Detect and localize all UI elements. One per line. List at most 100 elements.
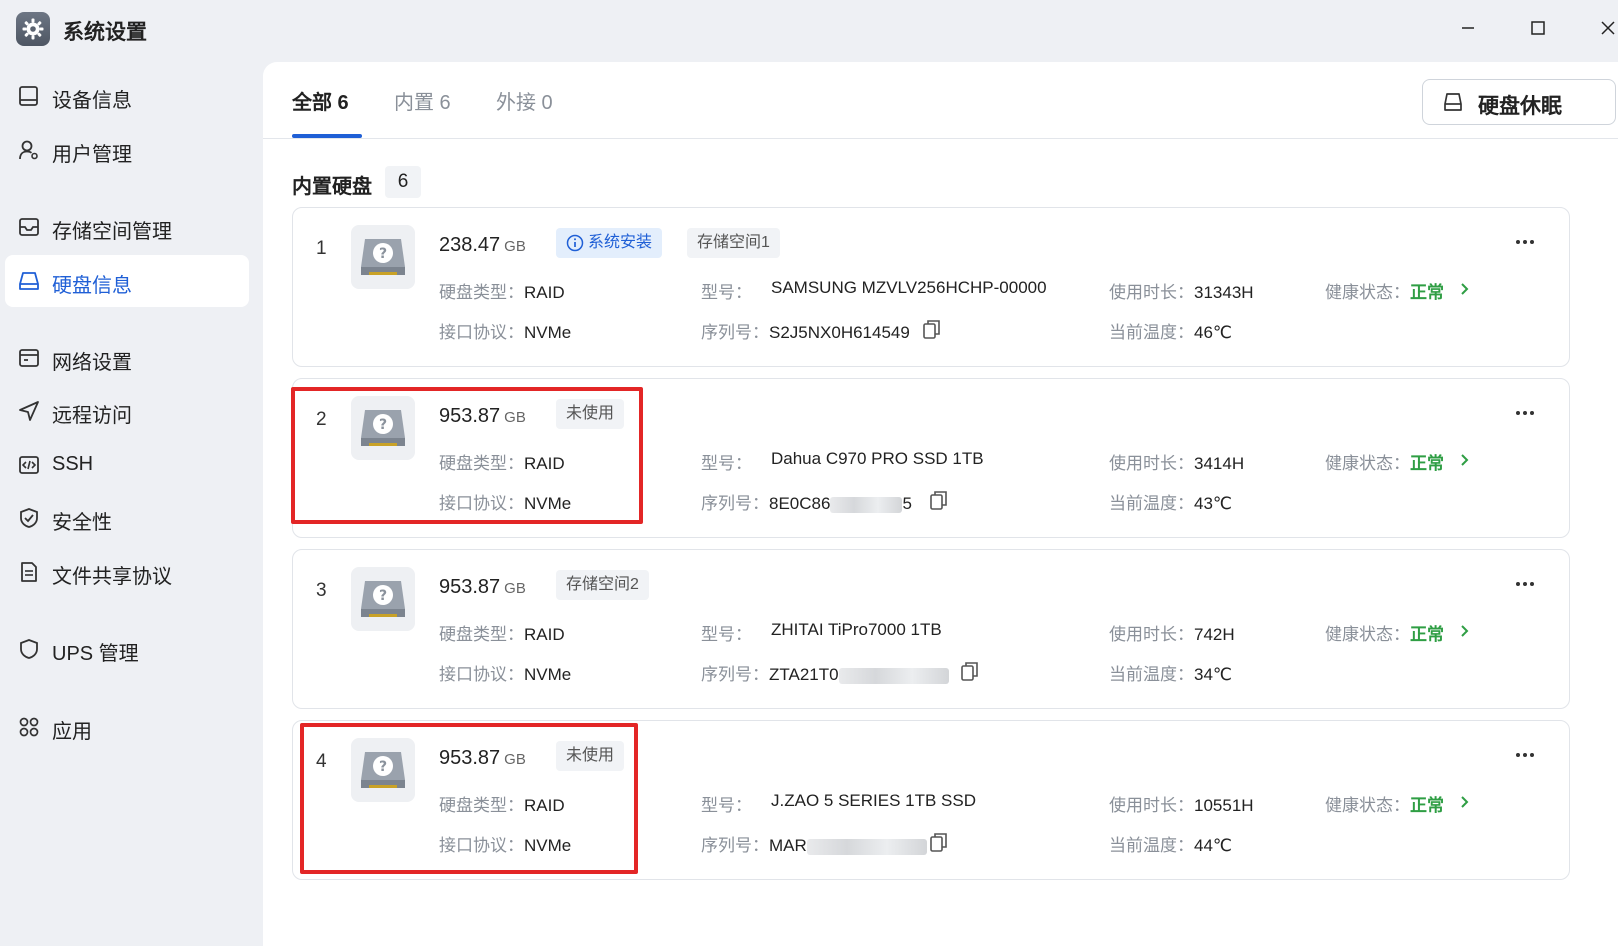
- maximize-button[interactable]: [1520, 10, 1556, 46]
- disk-type-field: 硬盘类型：RAID: [439, 283, 565, 302]
- info-icon: [566, 234, 584, 252]
- sidebar-item-label: 用户管理: [52, 144, 132, 166]
- sidebar-item-label: 硬盘信息: [52, 275, 132, 297]
- model-value: SAMSUNG MZVLV256HCHP-00000: [771, 278, 1047, 297]
- usage-field: 使用时长：742H: [1109, 625, 1235, 644]
- sidebar-item-label: SSH: [52, 453, 94, 475]
- more-options-icon[interactable]: [1513, 401, 1537, 425]
- section-count-badge: 6: [385, 166, 421, 198]
- user-gear-icon: [19, 140, 38, 160]
- close-button[interactable]: [1590, 10, 1618, 46]
- model-label: 型号：: [701, 454, 752, 473]
- window-title: 系统设置: [63, 21, 147, 44]
- model-label: 型号：: [701, 796, 752, 815]
- tab-bar: 全部 6 内置 6 外接 0: [263, 62, 1618, 139]
- sidebar-item-label: 安全性: [52, 512, 112, 534]
- sidebar-item-device-info[interactable]: 设备信息: [5, 70, 249, 122]
- model-label: 型号：: [701, 625, 752, 644]
- chevron-right-icon[interactable]: [1458, 624, 1472, 638]
- more-options-icon[interactable]: [1513, 572, 1537, 596]
- redacted-serial: [830, 496, 903, 513]
- monitor-icon: [19, 86, 38, 106]
- sidebar-item-network-settings[interactable]: 网络设置: [5, 332, 249, 384]
- disk-type-field: 硬盘类型：RAID: [439, 625, 565, 644]
- more-options-icon[interactable]: [1513, 743, 1537, 767]
- code-icon: [19, 456, 39, 474]
- copy-icon[interactable]: [923, 319, 941, 339]
- sidebar-item-user-management[interactable]: 用户管理: [5, 124, 249, 176]
- copy-icon[interactable]: [961, 661, 979, 681]
- title-bar: 系统设置: [0, 0, 1618, 56]
- more-options-icon[interactable]: [1513, 230, 1537, 254]
- tab-internal[interactable]: 内置 6: [394, 86, 451, 115]
- chevron-right-icon[interactable]: [1458, 282, 1472, 296]
- model-value: J.ZAO 5 SERIES 1TB SSD: [771, 791, 977, 810]
- sidebar-item-label: 远程访问: [52, 405, 132, 427]
- sidebar-item-ssh[interactable]: SSH: [5, 439, 249, 491]
- tag-storage-pool: 存储空间2: [556, 570, 649, 600]
- disk-unknown-icon: ?: [351, 567, 415, 631]
- model-label: 型号：: [701, 283, 752, 302]
- sidebar-item-disk-info[interactable]: 硬盘信息: [5, 255, 249, 307]
- active-tab-indicator: [292, 134, 362, 138]
- sidebar-item-label: 设备信息: [52, 90, 132, 112]
- minimize-button[interactable]: [1450, 10, 1486, 46]
- interface-field: 接口协议：NVMe: [439, 323, 572, 342]
- serial-field: 序列号：8E0C86 5: [701, 494, 912, 513]
- model-value: Dahua C970 PRO SSD 1TB: [771, 449, 984, 468]
- chevron-right-icon[interactable]: [1458, 453, 1472, 467]
- section-title: 内置硬盘: [292, 176, 372, 198]
- network-icon: [19, 349, 39, 367]
- copy-icon[interactable]: [930, 832, 948, 852]
- health-field: 健康状态：正常: [1325, 796, 1444, 815]
- tag-system-install: 系统安装: [556, 228, 663, 258]
- harddisk-icon: [19, 272, 39, 290]
- svg-text:?: ?: [379, 588, 387, 604]
- tag-storage-pool: 存储空间1: [687, 228, 780, 258]
- redacted-serial: [806, 838, 927, 855]
- sidebar-item-label: 应用: [52, 721, 92, 743]
- tab-all[interactable]: 全部 6: [292, 86, 349, 115]
- shield-check-icon: [20, 508, 38, 528]
- disk-capacity: 953.87 GB: [439, 576, 526, 598]
- temperature-field: 当前温度：34℃: [1109, 665, 1233, 684]
- highlight-box: [291, 387, 643, 524]
- storage-icon: [19, 218, 39, 236]
- highlight-box: [300, 723, 638, 874]
- settings-gear-icon: [16, 12, 50, 46]
- usage-field: 使用时长：10551H: [1109, 796, 1254, 815]
- disk-card[interactable]: 1 ? 238.47 GB 系统安装 存储空间1 硬盘类型：RAID 型号： SA…: [292, 207, 1570, 367]
- disk-capacity: 238.47 GB: [439, 234, 526, 256]
- health-field: 健康状态：正常: [1325, 625, 1444, 644]
- serial-field: 序列号：S2J5NX0H614549: [701, 323, 910, 342]
- sidebar: 设备信息 用户管理 存储空间管理 硬盘信息 网络设置 远程访问 SSH 安全性 …: [0, 56, 255, 946]
- sidebar-item-label: UPS 管理: [52, 643, 139, 665]
- sidebar-item-storage-management[interactable]: 存储空间管理: [5, 201, 249, 253]
- disk-card[interactable]: 3 ? 953.87 GB 存储空间2 硬盘类型：RAID 型号： ZHITAI …: [292, 549, 1570, 709]
- sidebar-item-security[interactable]: 安全性: [5, 492, 249, 544]
- interface-field: 接口协议：NVMe: [439, 665, 572, 684]
- tab-external[interactable]: 外接 0: [496, 86, 553, 115]
- usage-field: 使用时长：31343H: [1109, 283, 1254, 302]
- serial-field: 序列号：ZTA21T0: [701, 660, 949, 685]
- disk-index: 3: [316, 580, 327, 601]
- sidebar-item-remote-access[interactable]: 远程访问: [5, 385, 249, 437]
- sidebar-item-file-sharing[interactable]: 文件共享协议: [5, 546, 249, 598]
- temperature-field: 当前温度：43℃: [1109, 494, 1233, 513]
- shield-icon: [20, 639, 38, 659]
- disk-sleep-label: 硬盘休眠: [1478, 95, 1562, 118]
- sidebar-item-apps[interactable]: 应用: [5, 701, 249, 753]
- temperature-field: 当前温度：44℃: [1109, 836, 1233, 855]
- chevron-right-icon[interactable]: [1458, 795, 1472, 809]
- sidebar-item-label: 存储空间管理: [52, 221, 172, 243]
- model-value: ZHITAI TiPro7000 1TB: [771, 620, 942, 639]
- apps-icon: [19, 717, 39, 737]
- harddisk-icon: [1444, 93, 1462, 111]
- copy-icon[interactable]: [930, 490, 948, 510]
- health-field: 健康状态：正常: [1325, 454, 1444, 473]
- disk-sleep-button[interactable]: 硬盘休眠: [1422, 79, 1616, 125]
- sidebar-item-label: 文件共享协议: [52, 566, 172, 588]
- document-icon: [21, 562, 37, 582]
- disk-index: 1: [316, 238, 327, 259]
- sidebar-item-ups-management[interactable]: UPS 管理: [5, 623, 249, 675]
